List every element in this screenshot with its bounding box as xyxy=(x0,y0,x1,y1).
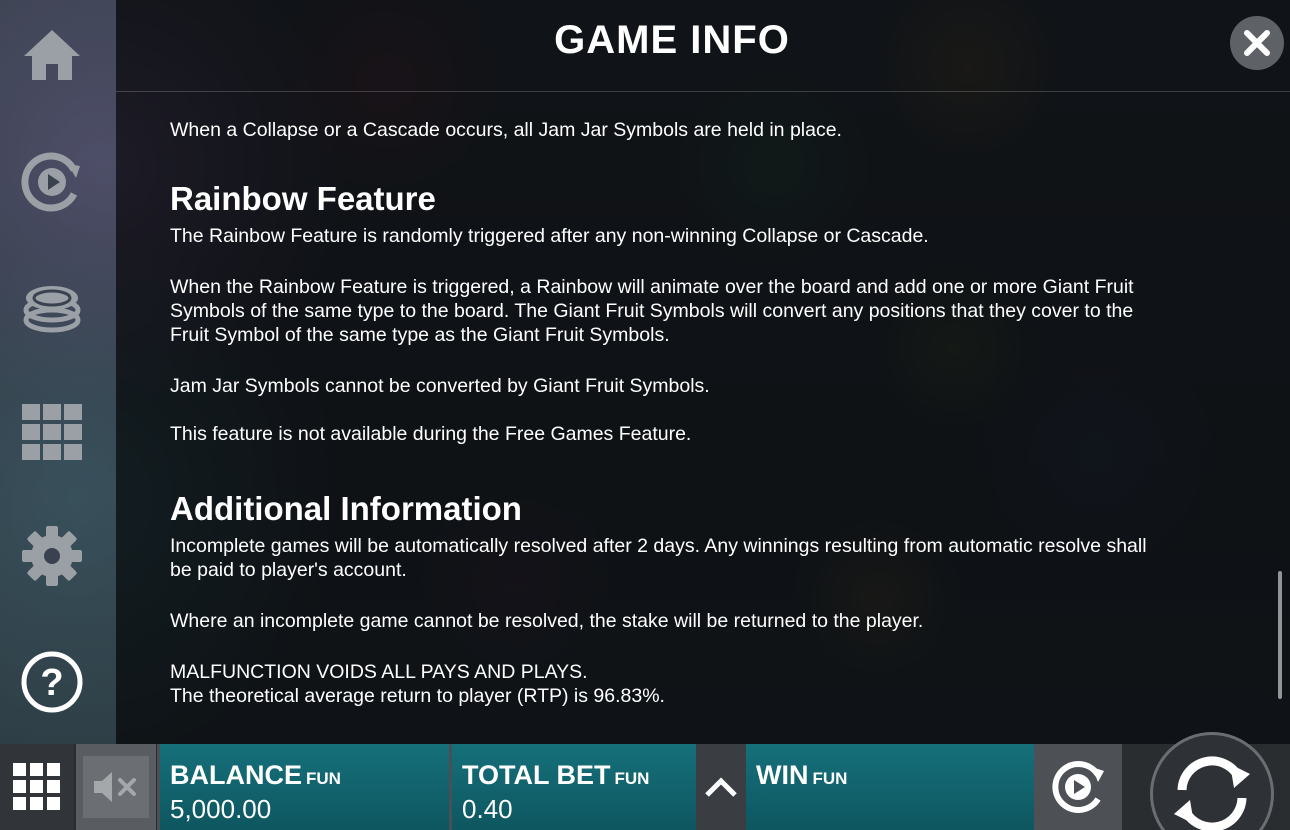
grid-icon xyxy=(13,763,60,810)
help-button[interactable]: ? xyxy=(18,648,86,716)
bet-label-row: TOTAL BET FUN xyxy=(462,760,649,791)
game-info-panel: GAME INFO When a Collapse or a Cascade o… xyxy=(116,0,1290,744)
paragraph-rainbow-trigger: The Rainbow Feature is randomly triggere… xyxy=(170,225,929,247)
win-label-row: WIN FUN xyxy=(756,760,847,791)
heading-rainbow-feature: Rainbow Feature xyxy=(170,180,436,217)
chevron-up-icon xyxy=(705,777,737,797)
bottom-bar: BALANCE FUN 5,000.00 TOTAL BET FUN 0.40 WI… xyxy=(0,744,1290,830)
total-bet-value: 0.40 xyxy=(462,794,513,824)
paragraph-rainbow-description: When the Rainbow Feature is triggered, a… xyxy=(170,276,1134,346)
info-content: When a Collapse or a Cascade occurs, all… xyxy=(170,92,1170,708)
paragraph-jam-jar-conversion: Jam Jar Symbols cannot be converted by G… xyxy=(170,375,710,397)
svg-text:?: ? xyxy=(40,662,63,704)
mute-button-inner xyxy=(83,756,149,818)
scrollbar-thumb[interactable] xyxy=(1278,571,1282,699)
menu-grid-button[interactable] xyxy=(0,744,74,830)
paragraph-rtp: The theoretical average return to player… xyxy=(170,685,665,707)
win-label: WIN xyxy=(756,760,809,790)
balance-box: BALANCE FUN 5,000.00 xyxy=(160,744,449,830)
coins-icon xyxy=(23,286,81,333)
close-icon xyxy=(1244,30,1270,56)
win-currency: FUN xyxy=(812,769,848,788)
paragraph-incomplete-games: Incomplete games will be automatically r… xyxy=(170,535,1147,581)
autoplay-icon xyxy=(1052,761,1104,813)
total-bet-box: TOTAL BET FUN 0.40 xyxy=(452,744,696,830)
spin-button[interactable] xyxy=(1150,732,1274,830)
autoplay-bottom-button[interactable] xyxy=(1034,744,1122,830)
spin-arrows-icon xyxy=(1174,756,1250,830)
heading-additional-information: Additional Information xyxy=(170,490,522,527)
bet-settings-button[interactable] xyxy=(18,272,86,340)
autoplay-button[interactable] xyxy=(18,148,86,216)
settings-button[interactable] xyxy=(18,522,86,590)
close-button[interactable] xyxy=(1230,16,1284,70)
balance-currency: FUN xyxy=(306,769,341,788)
sidebar: ? xyxy=(0,0,116,744)
home-button[interactable] xyxy=(18,22,86,90)
help-icon: ? xyxy=(21,651,83,713)
home-icon xyxy=(24,30,80,80)
balance-label: BALANCE xyxy=(170,760,302,790)
speaker-muted-icon xyxy=(94,772,136,802)
paytable-button[interactable] xyxy=(18,398,86,466)
grid-icon xyxy=(22,404,82,460)
mute-button[interactable] xyxy=(76,744,156,830)
bet-expand-button[interactable] xyxy=(696,744,746,830)
autoplay-icon xyxy=(21,152,80,212)
paragraph-jam-jar-held: When a Collapse or a Cascade occurs, all… xyxy=(170,119,842,141)
paragraph-malfunction: MALFUNCTION VOIDS ALL PAYS AND PLAYS. xyxy=(170,661,588,683)
bet-currency: FUN xyxy=(614,769,650,788)
paragraph-free-games-note: This feature is not available during the… xyxy=(170,423,692,445)
paragraph-stake-returned: Where an incomplete game cannot be resol… xyxy=(170,610,924,632)
balance-label-row: BALANCE FUN xyxy=(170,760,341,791)
page-title: GAME INFO xyxy=(554,18,790,62)
win-box: WIN FUN xyxy=(746,744,1034,830)
total-bet-label: TOTAL BET xyxy=(462,760,611,790)
gear-icon xyxy=(22,526,82,586)
balance-value: 5,000.00 xyxy=(170,794,272,824)
